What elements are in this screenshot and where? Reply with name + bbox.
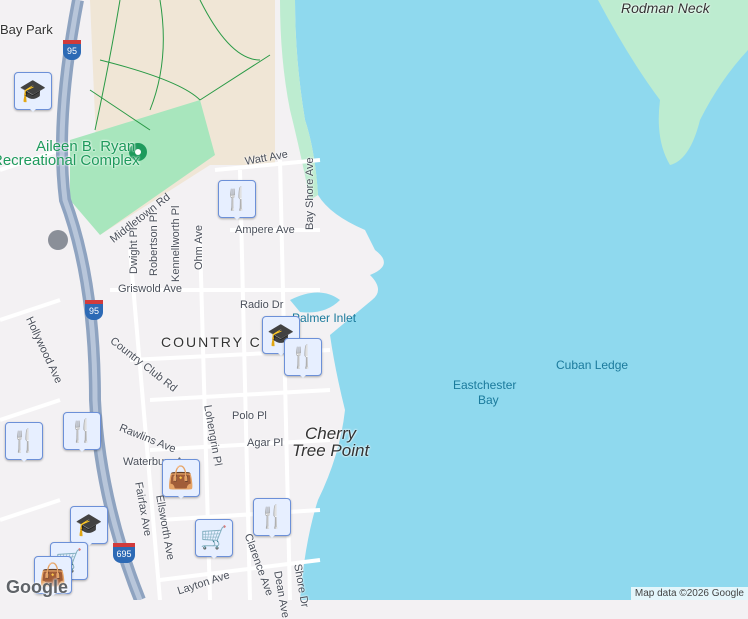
- marker-grocery[interactable]: 🛒: [195, 519, 233, 559]
- street-label: Robertson Pl: [148, 212, 160, 276]
- restaurant-icon: 🍴: [68, 418, 96, 443]
- place-rodman-neck: Rodman Neck: [621, 0, 710, 16]
- map-canvas[interactable]: 95 95 695 Rodman Neck Aileen B. Ryan Rec…: [0, 0, 748, 619]
- street-label: Polo Pl: [232, 410, 267, 422]
- marker-restaurant[interactable]: 🍴: [63, 412, 101, 452]
- marker-restaurant[interactable]: 🍴: [5, 422, 43, 462]
- marker-restaurant[interactable]: 🍴: [253, 498, 291, 538]
- water-eastchester-label-1: Eastchester: [453, 378, 517, 392]
- school-icon: 🎓: [75, 512, 103, 537]
- highway-shield-i95: 95: [63, 40, 81, 60]
- restaurant-icon: 🍴: [289, 344, 317, 369]
- place-cherry-tree-point-2: Tree Point: [292, 441, 370, 460]
- map-attribution[interactable]: Map data ©2026 Google: [630, 587, 748, 600]
- street-label: Radio Dr: [240, 299, 284, 311]
- marker-restaurant[interactable]: 🍴: [284, 338, 322, 378]
- highway-shield-i695: 695: [113, 543, 135, 563]
- street-label: Ampere Ave: [235, 224, 295, 236]
- street-label: Kennellworth Pl: [170, 205, 182, 282]
- place-bay-park: Bay Park: [0, 22, 53, 37]
- highway-shield-i95: 95: [85, 300, 103, 320]
- water-cuban-ledge: Cuban Ledge: [556, 358, 629, 372]
- water-palmer-inlet: Palmer Inlet: [292, 311, 357, 325]
- shopping-cart-icon: 🛒: [200, 525, 228, 550]
- street-label: Bay Shore Ave: [304, 157, 316, 230]
- restaurant-icon: 🍴: [10, 428, 38, 453]
- shopping-bag-icon: 👜: [167, 465, 195, 490]
- street-label: Agar Pl: [247, 437, 284, 449]
- street-label: Ohm Ave: [193, 224, 205, 270]
- marker-shopping[interactable]: 👜: [162, 459, 200, 499]
- place-park-line2: Recreational Complex: [0, 152, 140, 169]
- map-tiles: [0, 0, 748, 600]
- marker-restaurant[interactable]: 🍴: [218, 180, 256, 220]
- restaurant-icon: 🍴: [223, 186, 251, 211]
- school-poi-icon: [48, 230, 68, 250]
- street-label: Dwight Pl: [128, 227, 140, 274]
- google-logo: Google: [6, 577, 68, 597]
- water-eastchester-label-2: Bay: [478, 393, 499, 407]
- restaurant-icon: 🍴: [258, 504, 286, 529]
- school-icon: 🎓: [19, 78, 47, 103]
- marker-school[interactable]: 🎓: [14, 72, 52, 112]
- street-label: Griswold Ave: [118, 283, 182, 295]
- marker-school[interactable]: 🎓: [70, 506, 108, 546]
